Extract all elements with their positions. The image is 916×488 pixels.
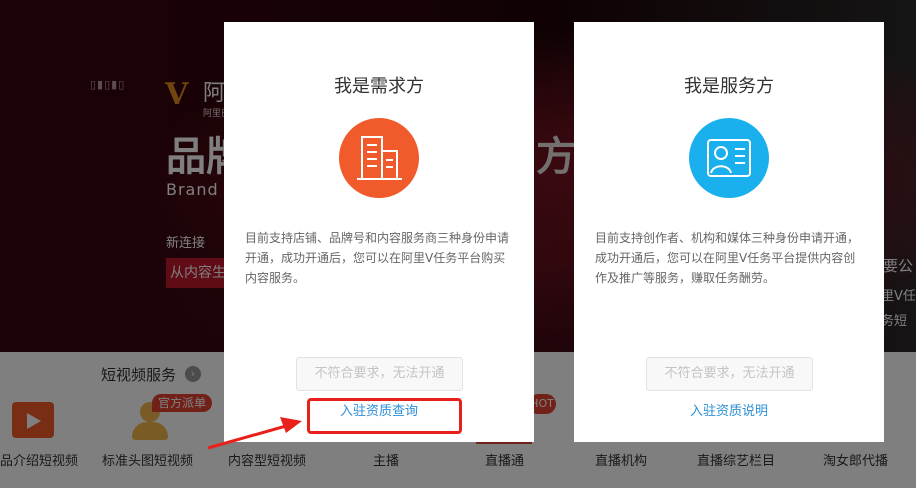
annotation-arrow-icon <box>207 417 302 450</box>
